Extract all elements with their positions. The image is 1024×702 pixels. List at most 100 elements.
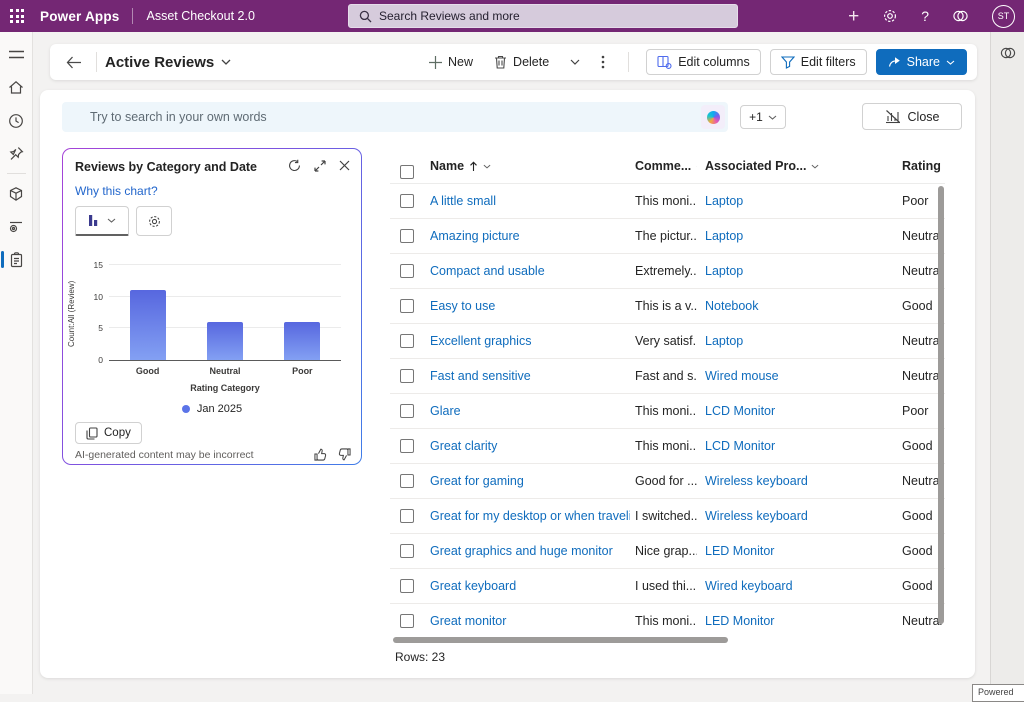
- why-this-chart-link[interactable]: Why this chart?: [75, 184, 158, 198]
- select-all-checkbox[interactable]: [400, 165, 414, 179]
- review-name-link[interactable]: Great for my desktop or when traveling: [430, 499, 630, 534]
- table-row[interactable]: Compact and usable Extremely... Laptop N…: [390, 254, 945, 289]
- associated-product-link[interactable]: LED Monitor: [705, 604, 895, 635]
- table-row[interactable]: Fast and sensitive Fast and s... Wired m…: [390, 359, 945, 394]
- review-name-link[interactable]: Easy to use: [430, 289, 630, 324]
- nav-home[interactable]: [0, 71, 33, 104]
- more-suggestions-badge-button[interactable]: +1: [740, 105, 786, 129]
- review-name-link[interactable]: Fast and sensitive: [430, 359, 630, 394]
- chart-legend[interactable]: Jan 2025: [63, 403, 361, 415]
- review-name-link[interactable]: Amazing picture: [430, 219, 630, 254]
- close-icon[interactable]: [339, 160, 350, 171]
- review-name-link[interactable]: Glare: [430, 394, 630, 429]
- close-insights-button[interactable]: Close: [862, 103, 962, 130]
- row-checkbox[interactable]: [400, 614, 414, 628]
- row-checkbox[interactable]: [400, 579, 414, 593]
- settings-gear-icon[interactable]: [882, 8, 898, 24]
- nav-reviews-active[interactable]: [0, 243, 33, 276]
- review-name-link[interactable]: Excellent graphics: [430, 324, 630, 359]
- associated-product-link[interactable]: Laptop: [705, 219, 895, 254]
- copy-chart-button[interactable]: Copy: [75, 422, 142, 444]
- bar-poor[interactable]: [284, 322, 320, 360]
- associated-product-link[interactable]: LED Monitor: [705, 534, 895, 569]
- review-name-link[interactable]: Compact and usable: [430, 254, 630, 289]
- table-row[interactable]: Glare This moni... LCD Monitor Poor: [390, 394, 945, 429]
- associated-product-link[interactable]: LCD Monitor: [705, 394, 895, 429]
- user-avatar[interactable]: ST: [992, 5, 1015, 28]
- table-row[interactable]: Great graphics and huge monitor Nice gra…: [390, 534, 945, 569]
- row-checkbox[interactable]: [400, 229, 414, 243]
- edit-filters-button[interactable]: Edit filters: [770, 49, 867, 75]
- associated-product-link[interactable]: Wireless keyboard: [705, 499, 895, 534]
- app-launcher-waffle-icon[interactable]: [0, 0, 34, 32]
- column-header-comments[interactable]: Comme...: [635, 148, 697, 184]
- table-row[interactable]: Great for gaming Good for ... Wireless k…: [390, 464, 945, 499]
- table-row[interactable]: A little small This moni... Laptop Poor: [390, 184, 945, 219]
- associated-product-link[interactable]: Wired keyboard: [705, 569, 895, 604]
- table-row[interactable]: Great for my desktop or when traveling I…: [390, 499, 945, 534]
- chart-type-dropdown[interactable]: [75, 206, 129, 236]
- row-checkbox[interactable]: [400, 299, 414, 313]
- associated-product-link[interactable]: Wired mouse: [705, 359, 895, 394]
- table-row[interactable]: Great monitor This moni... LED Monitor N…: [390, 604, 945, 635]
- associated-product-link[interactable]: LCD Monitor: [705, 429, 895, 464]
- column-header-product[interactable]: Associated Pro...: [705, 148, 895, 184]
- row-checkbox[interactable]: [400, 404, 414, 418]
- help-icon[interactable]: ?: [921, 8, 929, 24]
- new-button[interactable]: New: [423, 51, 479, 73]
- table-horizontal-scrollbar[interactable]: [393, 637, 728, 643]
- table-row[interactable]: Amazing picture The pictur... Laptop Neu…: [390, 219, 945, 254]
- row-checkbox[interactable]: [400, 509, 414, 523]
- nav-assets[interactable]: [0, 177, 33, 210]
- view-selector[interactable]: Active Reviews: [105, 54, 231, 71]
- associated-product-link[interactable]: Notebook: [705, 289, 895, 324]
- review-name-link[interactable]: Great graphics and huge monitor: [430, 534, 630, 569]
- associated-product-link[interactable]: Laptop: [705, 184, 895, 219]
- global-search-input[interactable]: Search Reviews and more: [348, 4, 738, 28]
- edit-columns-button[interactable]: Edit columns: [646, 49, 761, 75]
- associated-product-link[interactable]: Wireless keyboard: [705, 464, 895, 499]
- review-name-link[interactable]: Great keyboard: [430, 569, 630, 604]
- nav-checkouts[interactable]: [0, 210, 33, 243]
- more-commands-kebab-icon[interactable]: [595, 51, 611, 73]
- table-row[interactable]: Great clarity This moni... LCD Monitor G…: [390, 429, 945, 464]
- brand-logo-text[interactable]: Power Apps: [40, 9, 120, 24]
- app-name[interactable]: Asset Checkout 2.0: [132, 8, 255, 24]
- review-name-link[interactable]: Great clarity: [430, 429, 630, 464]
- nav-recent[interactable]: [0, 104, 33, 137]
- review-name-link[interactable]: A little small: [430, 184, 630, 219]
- column-header-name[interactable]: Name: [430, 148, 630, 184]
- back-button[interactable]: [60, 52, 88, 73]
- copilot-pane-icon[interactable]: [999, 45, 1017, 61]
- associated-product-link[interactable]: Laptop: [705, 254, 895, 289]
- bar-neutral[interactable]: [207, 322, 243, 360]
- row-checkbox[interactable]: [400, 264, 414, 278]
- review-name-link[interactable]: Great for gaming: [430, 464, 630, 499]
- row-checkbox[interactable]: [400, 194, 414, 208]
- table-row[interactable]: Easy to use This is a v... Notebook Good: [390, 289, 945, 324]
- natural-language-search-input[interactable]: Try to search in your own words: [62, 102, 728, 132]
- thumbs-down-icon[interactable]: [338, 448, 351, 461]
- table-row[interactable]: Great keyboard I used thi... Wired keybo…: [390, 569, 945, 604]
- column-header-rating[interactable]: Rating Ca: [902, 148, 944, 184]
- review-name-link[interactable]: Great monitor: [430, 604, 630, 635]
- copilot-spark-button[interactable]: [701, 105, 725, 129]
- table-row[interactable]: Excellent graphics Very satisf... Laptop…: [390, 324, 945, 359]
- quick-create-plus-icon[interactable]: +: [848, 7, 859, 26]
- row-checkbox[interactable]: [400, 474, 414, 488]
- table-vertical-scrollbar[interactable]: [938, 186, 944, 624]
- expand-icon[interactable]: [314, 160, 326, 172]
- share-button[interactable]: Share: [876, 49, 967, 75]
- associated-product-link[interactable]: Laptop: [705, 324, 895, 359]
- nav-menu-toggle[interactable]: [0, 38, 33, 71]
- delete-split-chevron[interactable]: [564, 55, 586, 69]
- nav-pinned[interactable]: [0, 137, 33, 170]
- copilot-topbar-icon[interactable]: [952, 8, 969, 24]
- thumbs-up-icon[interactable]: [314, 448, 327, 461]
- row-checkbox[interactable]: [400, 544, 414, 558]
- row-checkbox[interactable]: [400, 439, 414, 453]
- refresh-icon[interactable]: [288, 159, 301, 172]
- delete-button[interactable]: Delete: [488, 51, 555, 73]
- chart-settings-button[interactable]: [136, 206, 172, 236]
- bar-good[interactable]: [130, 290, 166, 360]
